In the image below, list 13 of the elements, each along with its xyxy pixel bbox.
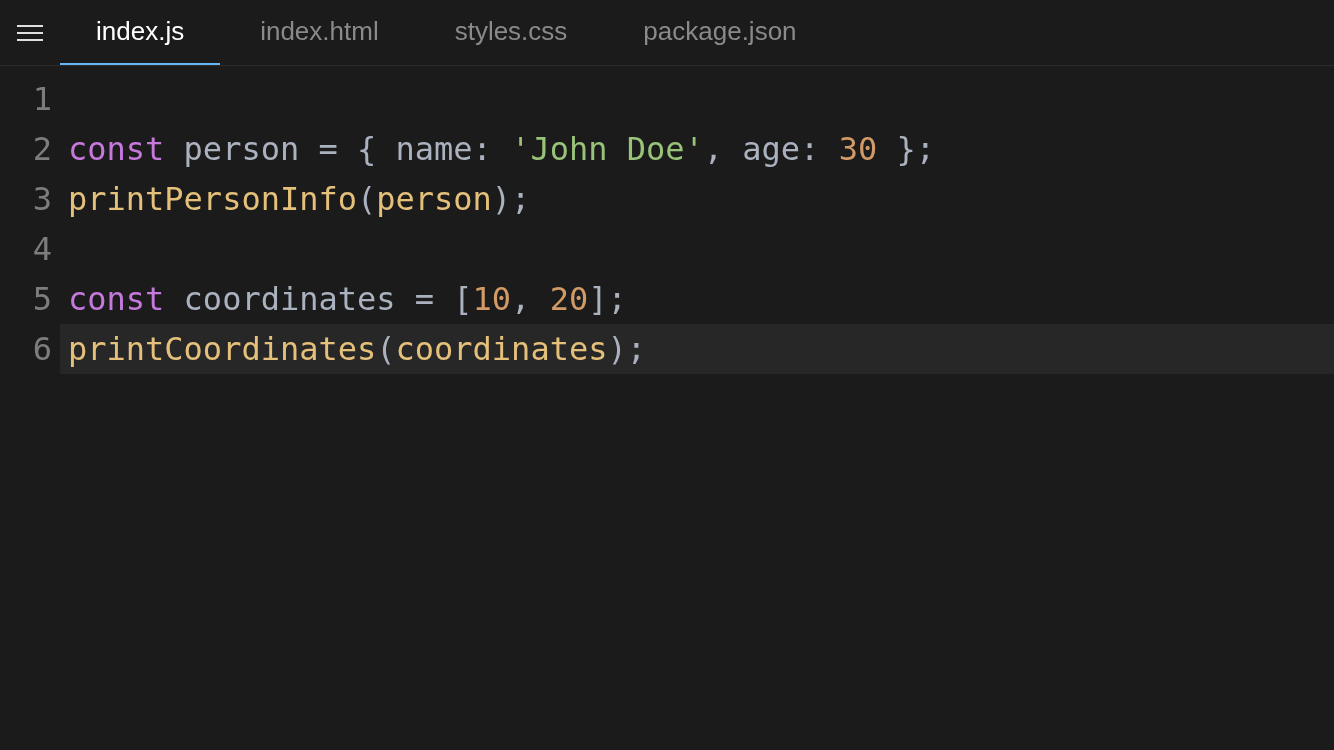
file-tab[interactable]: styles.css [418, 0, 604, 65]
line-number: 6 [31, 330, 53, 368]
code-line: const coordinates = [10, 20]; [67, 279, 628, 320]
line-number: 4 [31, 230, 53, 268]
code-line: printPersonInfo(person); [67, 179, 532, 220]
file-tab[interactable]: index.js [60, 0, 221, 65]
code-line: const person = { name: 'John Doe', age: 30 }; [67, 129, 936, 170]
line-number: 5 [31, 280, 53, 318]
file-tab[interactable]: package.json [607, 0, 833, 65]
line-number: 3 [31, 180, 53, 218]
line-number: 1 [31, 80, 53, 118]
file-tab[interactable]: index.html [224, 0, 415, 65]
line-number: 2 [31, 130, 53, 168]
